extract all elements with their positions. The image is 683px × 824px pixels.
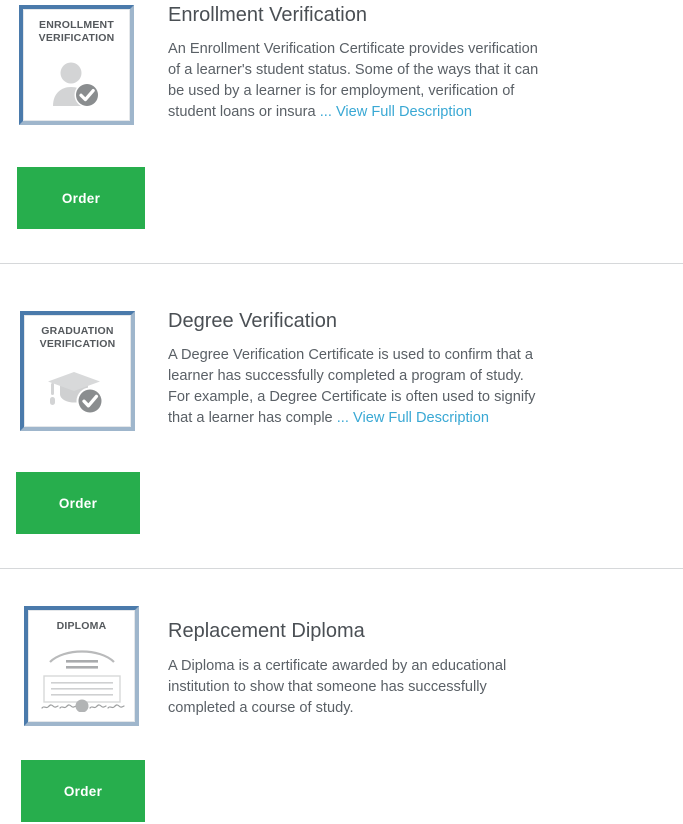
thumbnail-caption: Enrollment Verification xyxy=(24,19,129,45)
thumbnail-caption-line-2: Verification xyxy=(39,338,116,350)
order-button[interactable]: Order xyxy=(17,167,145,229)
view-full-description-link[interactable]: View Full Description xyxy=(336,104,472,120)
product-description: A Degree Verification Certificate is use… xyxy=(168,345,548,429)
product-description: A Diploma is a certificate awarded by an… xyxy=(168,656,548,719)
product-title: Degree Verification xyxy=(168,310,337,332)
graduation-cap-check-icon xyxy=(25,355,130,426)
product-media-column: Graduation Verification xyxy=(0,264,168,534)
order-button[interactable]: Order xyxy=(16,472,140,534)
product-row: Enrollment Verification xyxy=(0,0,683,263)
description-ellipsis: ... xyxy=(336,410,349,426)
product-text-column: Enrollment Verification An Enrollment Ve… xyxy=(168,0,683,123)
description-ellipsis: ... xyxy=(319,104,332,120)
product-thumbnail: Diploma xyxy=(24,606,139,726)
product-title: Replacement Diploma xyxy=(168,620,365,642)
product-description-text: A Diploma is a certificate awarded by an… xyxy=(168,658,507,716)
person-check-icon xyxy=(24,49,129,120)
thumbnail-caption: Graduation Verification xyxy=(25,325,130,351)
thumbnail-caption-line-1: Diploma xyxy=(56,620,107,632)
credential-catalog: Enrollment Verification xyxy=(0,0,683,824)
thumbnail-caption-line-1: Enrollment xyxy=(39,19,114,31)
order-button[interactable]: Order xyxy=(21,760,145,822)
diploma-document-icon xyxy=(29,637,134,721)
product-media-column: Enrollment Verification xyxy=(0,0,168,229)
product-text-column: Replacement Diploma A Diploma is a certi… xyxy=(168,569,683,719)
thumbnail-caption-line-2: Verification xyxy=(38,32,115,44)
view-full-description-link[interactable]: View Full Description xyxy=(353,410,489,426)
product-row: Diploma xyxy=(0,568,683,824)
product-thumbnail: Graduation Verification xyxy=(20,311,135,431)
thumbnail-caption-line-1: Graduation xyxy=(41,325,114,337)
product-row: Graduation Verification xyxy=(0,263,683,568)
product-text-column: Degree Verification A Degree Verificatio… xyxy=(168,264,683,429)
thumbnail-caption: Diploma xyxy=(29,620,134,633)
product-media-column: Diploma xyxy=(0,569,168,822)
product-title: Enrollment Verification xyxy=(168,4,367,26)
product-thumbnail: Enrollment Verification xyxy=(19,5,134,125)
product-description: An Enrollment Verification Certificate p… xyxy=(168,39,548,123)
